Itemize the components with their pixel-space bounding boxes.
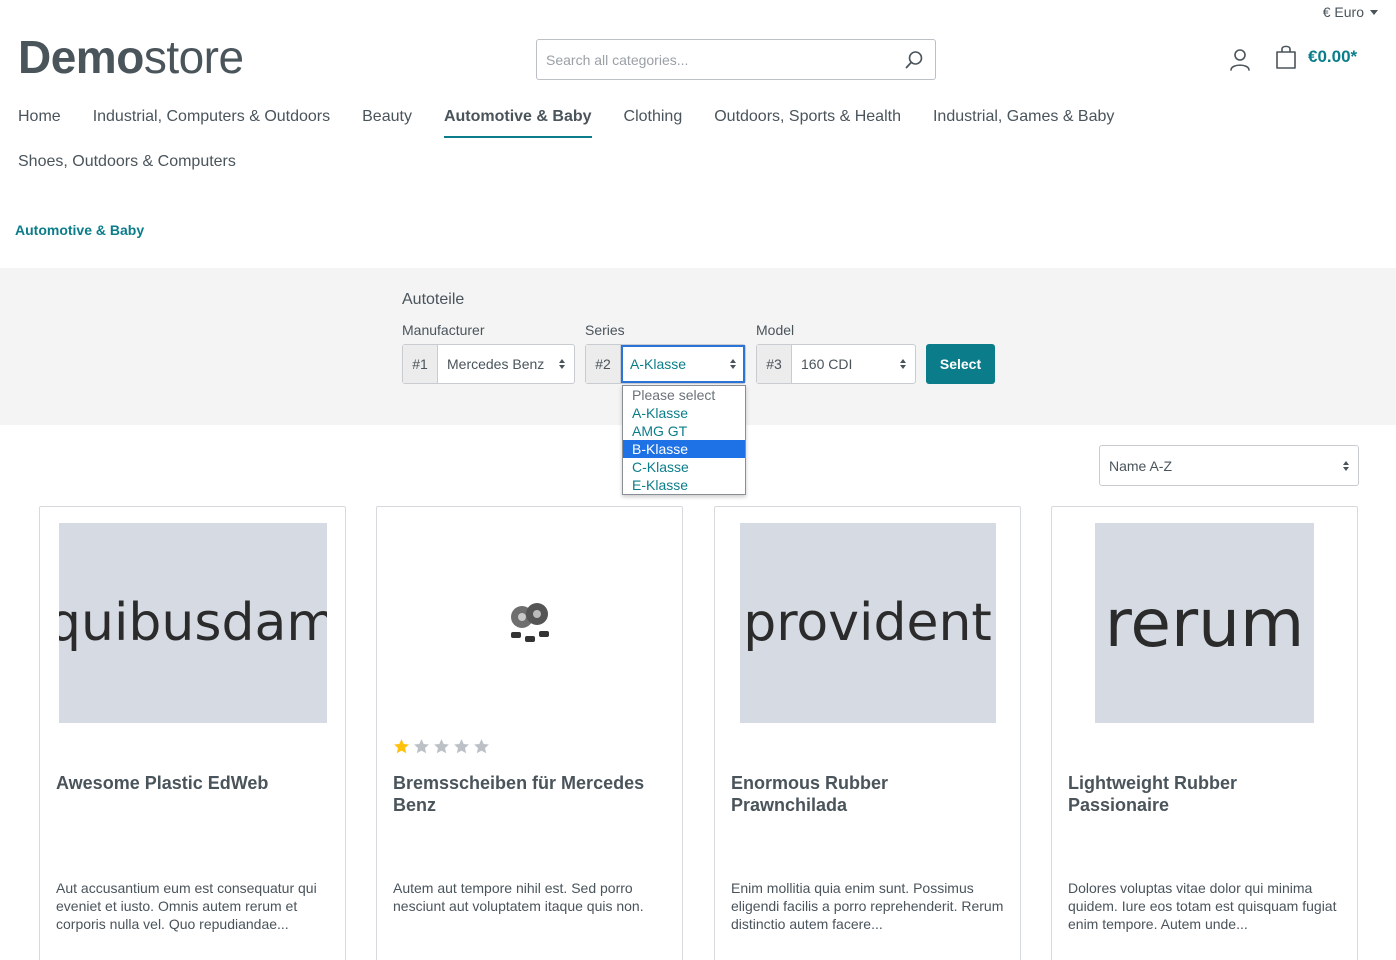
product-title[interactable]: Awesome Plastic EdWeb xyxy=(56,772,329,794)
series-label: Series xyxy=(585,322,625,338)
series-dropdown-list: Please select A-Klasse AMG GT B-Klasse C-Kla… xyxy=(622,385,746,495)
series-option[interactable]: A-Klasse xyxy=(623,404,745,422)
nav-item[interactable]: Home xyxy=(18,104,61,136)
series-select[interactable]: A-Klasse xyxy=(621,345,745,383)
currency-label: € Euro xyxy=(1322,4,1364,20)
series-option[interactable]: AMG GT xyxy=(623,422,745,440)
nav-item[interactable]: Industrial, Games & Baby xyxy=(933,104,1114,136)
cart-button[interactable]: €0.00* xyxy=(1274,44,1357,70)
product-image[interactable] xyxy=(394,523,665,723)
star-empty-icon xyxy=(454,739,469,754)
manufacturer-field: #1 Mercedes Benz xyxy=(402,344,575,384)
logo-light-text: store xyxy=(143,31,244,83)
product-rating xyxy=(393,738,490,755)
series-option[interactable]: E-Klasse xyxy=(623,476,745,494)
nav-row: Shoes, Outdoors & Computers xyxy=(18,149,1358,194)
select-arrows-icon xyxy=(559,359,565,369)
product-title[interactable]: Enormous Rubber Prawnchilada xyxy=(731,772,1004,816)
shopping-bag-icon xyxy=(1276,45,1296,69)
nav-item[interactable]: Shoes, Outdoors & Computers xyxy=(18,149,236,181)
star-empty-icon xyxy=(414,739,429,754)
model-step-number: #3 xyxy=(757,345,792,383)
chevron-down-icon xyxy=(1370,9,1378,15)
product-card[interactable]: Bremsscheiben für Mercedes Benz Autem au… xyxy=(376,506,683,960)
product-description: Enim mollitia quia enim sunt. Possimus e… xyxy=(731,880,1004,932)
product-card[interactable]: rerum Lightweight Rubber Passionaire Dol… xyxy=(1051,506,1358,960)
brake-discs-image xyxy=(510,603,549,642)
nav-row: Home Industrial, Computers & Outdoors Beau… xyxy=(18,104,1358,149)
sort-select[interactable]: Name A-Z xyxy=(1099,445,1359,486)
product-image-placeholder: rerum xyxy=(1095,523,1314,723)
product-card[interactable]: provident Enormous Rubber Prawnchilada E… xyxy=(714,506,1021,960)
manufacturer-step-number: #1 xyxy=(403,345,438,383)
manufacturer-value: Mercedes Benz xyxy=(447,356,545,372)
star-empty-icon xyxy=(474,739,489,754)
breadcrumb[interactable]: Automotive & Baby xyxy=(15,222,144,238)
account-button[interactable] xyxy=(1226,46,1254,74)
series-value: A-Klasse xyxy=(630,356,687,372)
product-image-placeholder: provident xyxy=(739,523,996,723)
sort-value: Name A-Z xyxy=(1109,457,1173,474)
currency-switcher[interactable]: € Euro xyxy=(1323,4,1378,20)
model-label: Model xyxy=(756,322,795,338)
select-button[interactable]: Select xyxy=(926,344,995,384)
product-image[interactable]: quibusdam xyxy=(57,523,328,723)
product-description: Aut accusantium eum est consequatur qui … xyxy=(56,880,317,932)
select-arrows-icon xyxy=(730,359,736,369)
nav-item[interactable]: Automotive & Baby xyxy=(443,104,592,138)
star-empty-icon xyxy=(434,739,449,754)
nav-item[interactable]: Industrial, Computers & Outdoors xyxy=(93,104,330,136)
product-description: Autem aut tempore nihil est. Sed porro n… xyxy=(393,880,644,914)
logo-bold-text: Demo xyxy=(18,31,144,83)
product-image-placeholder: quibusdam xyxy=(58,523,327,723)
search-input[interactable] xyxy=(537,40,893,79)
nav-item[interactable]: Clothing xyxy=(624,104,683,136)
series-field: #2 A-Klasse xyxy=(585,344,746,384)
product-description: Dolores voluptas vitae dolor qui minima … xyxy=(1068,880,1337,932)
series-option[interactable]: C-Klasse xyxy=(623,458,745,476)
star-filled-icon xyxy=(394,739,409,754)
select-arrows-icon xyxy=(900,359,906,369)
search-button[interactable] xyxy=(893,40,935,79)
product-image[interactable]: rerum xyxy=(1069,523,1340,723)
nav-item[interactable]: Outdoors, Sports & Health xyxy=(714,104,901,136)
nav-item[interactable]: Beauty xyxy=(362,104,412,136)
product-title[interactable]: Lightweight Rubber Passionaire xyxy=(1068,772,1341,816)
product-title[interactable]: Bremsscheiben für Mercedes Benz xyxy=(393,772,666,816)
filter-title: Autoteile xyxy=(402,291,465,308)
product-image[interactable]: provident xyxy=(732,523,1003,723)
series-step-number: #2 xyxy=(586,345,621,383)
model-value: 160 CDI xyxy=(801,356,853,372)
product-card[interactable]: quibusdam Awesome Plastic EdWeb Aut accu… xyxy=(39,506,346,960)
store-logo[interactable]: Demostore xyxy=(18,30,244,84)
select-arrows-icon xyxy=(1343,460,1349,471)
manufacturer-label: Manufacturer xyxy=(402,322,485,338)
model-field: #3 160 CDI xyxy=(756,344,916,384)
series-option[interactable]: Please select xyxy=(623,386,745,404)
search-icon xyxy=(905,50,923,68)
series-option[interactable]: B-Klasse xyxy=(623,440,745,458)
manufacturer-select[interactable]: Mercedes Benz xyxy=(438,345,574,383)
cart-total: €0.00* xyxy=(1308,47,1358,66)
user-icon xyxy=(1230,49,1250,71)
search-box xyxy=(536,39,936,80)
main-navigation: Home Industrial, Computers & Outdoors Beau… xyxy=(18,104,1358,194)
model-select[interactable]: 160 CDI xyxy=(792,345,915,383)
